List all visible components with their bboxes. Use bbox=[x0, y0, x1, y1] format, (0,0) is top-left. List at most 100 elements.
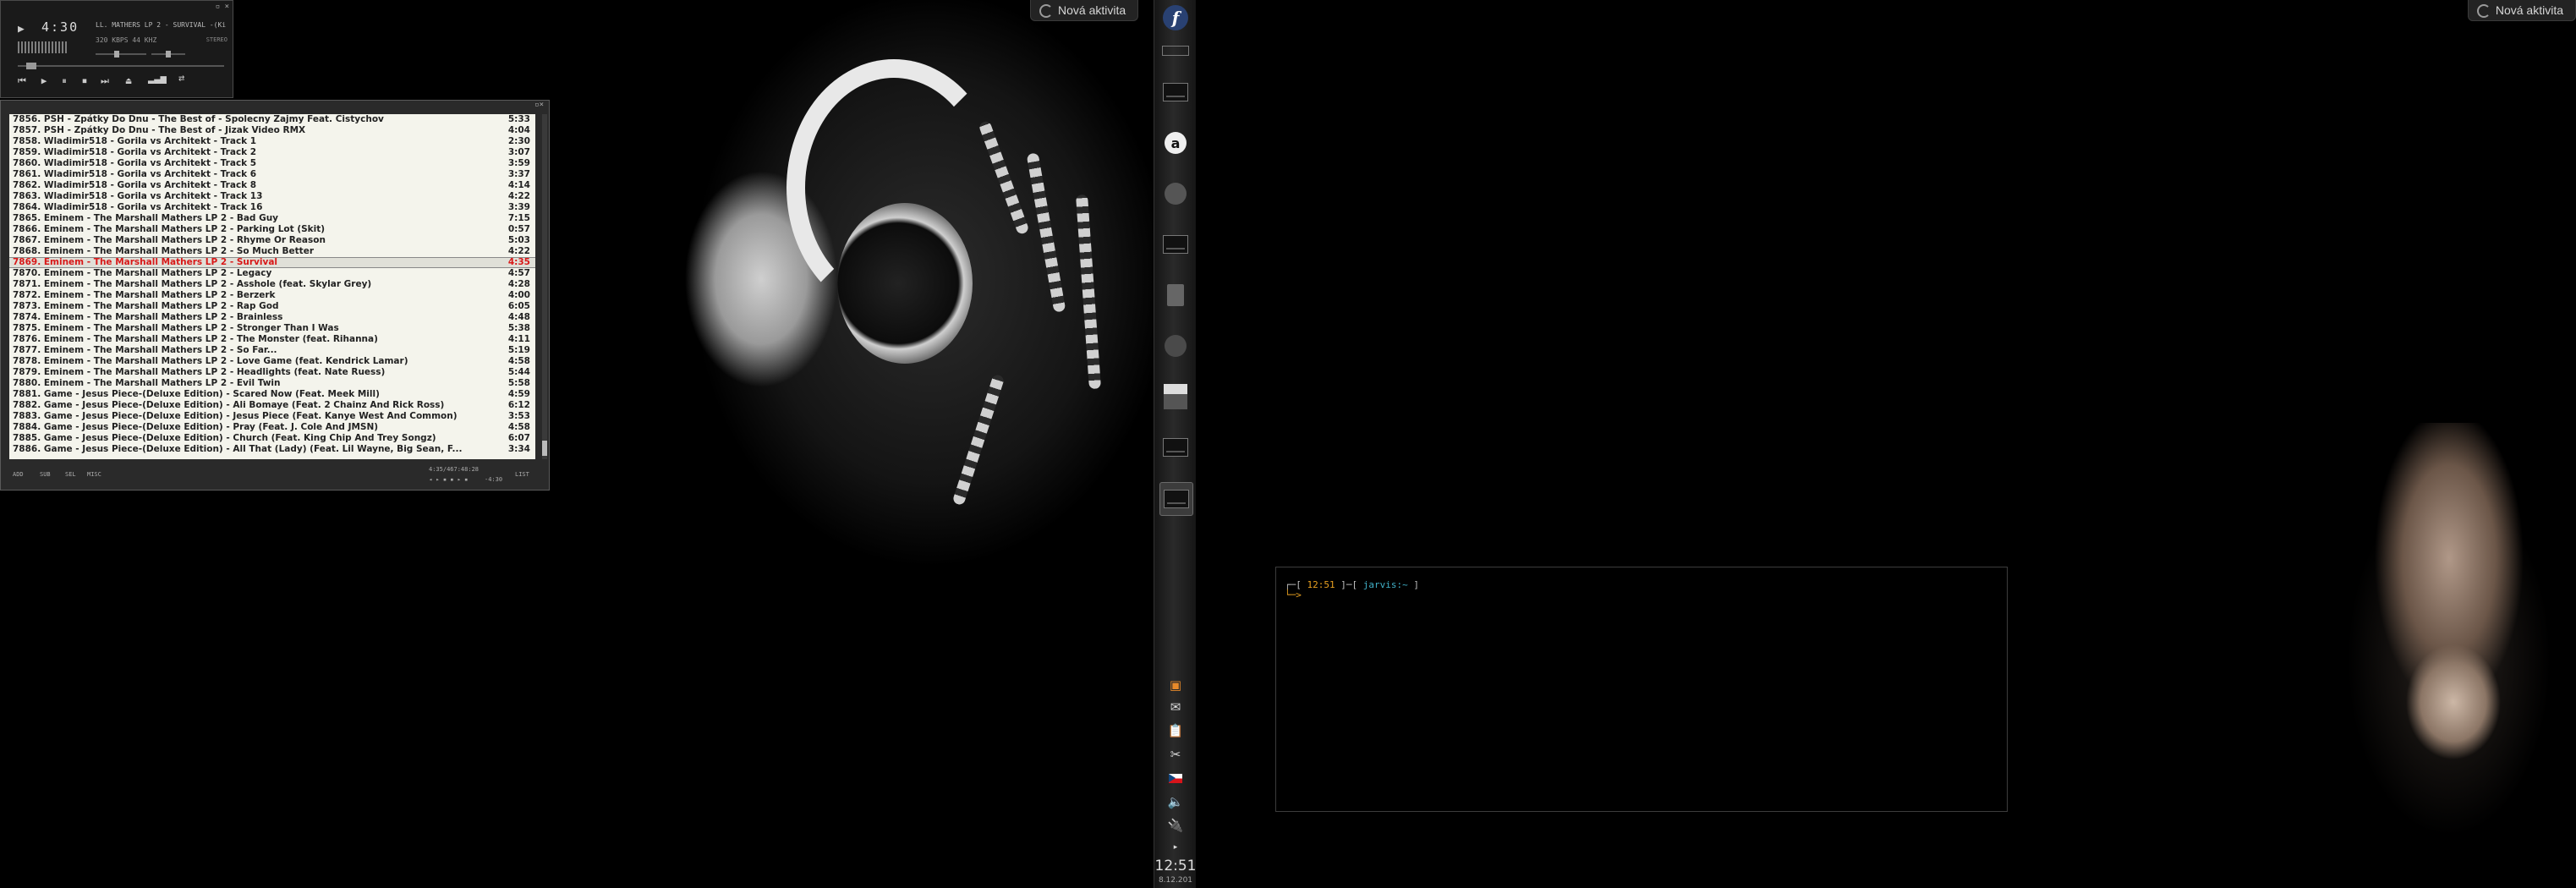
task-audacious[interactable]: a bbox=[1161, 129, 1190, 157]
app-icon bbox=[1165, 183, 1187, 205]
track-title: 7869. Eminem - The Marshall Mathers LP 2… bbox=[13, 258, 278, 267]
playlist-row[interactable]: 7881. Game - Jesus Piece-(Deluxe Edition… bbox=[9, 389, 535, 400]
playlist-row[interactable]: 7882. Game - Jesus Piece-(Deluxe Edition… bbox=[9, 400, 535, 411]
tray-volume-icon[interactable]: 🔈 bbox=[1166, 793, 1185, 810]
pause-button[interactable]: ⏸ bbox=[57, 75, 72, 87]
new-activity-button-left[interactable]: Nová aktivita bbox=[1030, 0, 1139, 21]
tray-updates-icon[interactable]: ▣ bbox=[1166, 677, 1185, 693]
task-contact[interactable] bbox=[1161, 382, 1190, 411]
playlist-row[interactable]: 7874. Eminem - The Marshall Mathers LP 2… bbox=[9, 312, 535, 323]
tray-expand-icon[interactable]: ▸ bbox=[1166, 839, 1185, 856]
playlist-row[interactable]: 7863. Wladimir518 - Gorila vs Architekt … bbox=[9, 191, 535, 202]
task-terminal-2[interactable] bbox=[1161, 230, 1190, 259]
player-song-title: LL. MATHERS LP 2 - SURVIVAL -(Ki bbox=[96, 21, 227, 29]
taskbar-clock[interactable]: 12:51 bbox=[1154, 858, 1197, 874]
playlist-row[interactable]: 7880. Eminem - The Marshall Mathers LP 2… bbox=[9, 378, 535, 389]
task-terminal-1[interactable] bbox=[1161, 78, 1190, 107]
track-title: 7857. PSH - Zpátky Do Dnu - The Best of … bbox=[13, 125, 306, 135]
equalizer-button[interactable]: ▂▃▅ bbox=[148, 72, 167, 84]
playlist-row[interactable]: 7864. Wladimir518 - Gorila vs Architekt … bbox=[9, 202, 535, 213]
playlist-row[interactable]: 7871. Eminem - The Marshall Mathers LP 2… bbox=[9, 279, 535, 290]
playlist-titlebar[interactable]: ▫× bbox=[1, 101, 549, 111]
audacious-icon: a bbox=[1165, 132, 1187, 154]
previous-button[interactable]: ⏮ bbox=[14, 75, 30, 87]
playlist-window[interactable]: ▫× 7856. PSH - Zpátky Do Dnu - The Best … bbox=[0, 100, 550, 491]
task-file[interactable] bbox=[1161, 281, 1190, 310]
play-button[interactable]: ▶ bbox=[36, 75, 52, 86]
fedora-icon: f bbox=[1163, 5, 1188, 30]
taskbar-date[interactable]: 8.12.201 bbox=[1154, 876, 1197, 885]
terminal-prompt-line2[interactable]: └─> bbox=[1285, 589, 1302, 600]
playlist-row[interactable]: 7875. Eminem - The Marshall Mathers LP 2… bbox=[9, 323, 535, 334]
playlist-row[interactable]: 7886. Game - Jesus Piece-(Deluxe Edition… bbox=[9, 444, 535, 455]
track-title: 7862. Wladimir518 - Gorila vs Architekt … bbox=[13, 180, 257, 190]
audio-player-window[interactable]: ▫ × ▶ 4:30 LL. MATHERS LP 2 - SURVIVAL -… bbox=[0, 0, 233, 98]
track-duration: 4:11 bbox=[507, 334, 530, 344]
chat-icon bbox=[1165, 335, 1187, 357]
pager[interactable] bbox=[1161, 41, 1190, 61]
sel-button[interactable]: SEL bbox=[65, 471, 76, 478]
eject-button[interactable]: ⏏ bbox=[121, 75, 136, 86]
task-chat[interactable] bbox=[1161, 332, 1190, 360]
playlist-row[interactable]: 7872. Eminem - The Marshall Mathers LP 2… bbox=[9, 290, 535, 301]
tray-scissors-icon[interactable]: ✂ bbox=[1166, 746, 1185, 763]
playlist-elapsed: -4:30 bbox=[485, 476, 503, 483]
playlist-row[interactable]: 7876. Eminem - The Marshall Mathers LP 2… bbox=[9, 334, 535, 345]
repeat-button[interactable]: ⇄ bbox=[178, 72, 184, 84]
next-button[interactable]: ⏭ bbox=[97, 75, 112, 87]
playlist-row[interactable]: 7857. PSH - Zpátky Do Dnu - The Best of … bbox=[9, 125, 535, 136]
playlist-row[interactable]: 7883. Game - Jesus Piece-(Deluxe Edition… bbox=[9, 411, 535, 422]
playlist-row[interactable]: 7865. Eminem - The Marshall Mathers LP 2… bbox=[9, 213, 535, 224]
player-window-buttons[interactable]: ▫ × bbox=[216, 3, 229, 11]
track-duration: 4:28 bbox=[507, 279, 530, 289]
track-duration: 5:38 bbox=[507, 323, 530, 333]
sub-button[interactable]: SUB bbox=[40, 471, 51, 478]
task-terminal-active[interactable] bbox=[1159, 482, 1193, 516]
seek-bar[interactable] bbox=[18, 63, 224, 69]
task-app-round[interactable] bbox=[1161, 179, 1190, 208]
track-title: 7866. Eminem - The Marshall Mathers LP 2… bbox=[13, 224, 326, 234]
playlist-row[interactable]: 7860. Wladimir518 - Gorila vs Architekt … bbox=[9, 158, 535, 169]
playlist-scrollbar[interactable] bbox=[542, 114, 547, 459]
flag-icon bbox=[1169, 773, 1182, 783]
add-button[interactable]: ADD bbox=[13, 471, 24, 478]
list-button[interactable]: LIST bbox=[515, 471, 529, 478]
playlist-row[interactable]: 7861. Wladimir518 - Gorila vs Architekt … bbox=[9, 169, 535, 180]
task-terminal-3[interactable] bbox=[1161, 433, 1190, 462]
playlist-row[interactable]: 7868. Eminem - The Marshall Mathers LP 2… bbox=[9, 246, 535, 257]
volume-slider[interactable] bbox=[96, 51, 146, 58]
playlist-row[interactable]: 7873. Eminem - The Marshall Mathers LP 2… bbox=[9, 301, 535, 312]
track-duration: 3:07 bbox=[507, 147, 530, 157]
track-title: 7874. Eminem - The Marshall Mathers LP 2… bbox=[13, 312, 283, 322]
misc-button[interactable]: MISC bbox=[87, 471, 101, 478]
stop-button[interactable]: ⏹ bbox=[77, 75, 92, 87]
track-duration: 4:59 bbox=[507, 389, 530, 399]
track-title: 7873. Eminem - The Marshall Mathers LP 2… bbox=[13, 301, 279, 311]
new-activity-button-right[interactable]: Nová aktivita bbox=[2467, 0, 2576, 21]
terminal-prompt: ┌─[ 12:51 ]─[ jarvis:~ ] bbox=[1285, 579, 1419, 590]
terminal-window[interactable]: ┌─[ 12:51 ]─[ jarvis:~ ] └─> bbox=[1275, 567, 2008, 812]
tray-clipboard-icon[interactable]: 📋 bbox=[1166, 722, 1185, 739]
playlist-list[interactable]: 7856. PSH - Zpátky Do Dnu - The Best of … bbox=[9, 114, 535, 459]
balance-slider[interactable] bbox=[151, 51, 185, 58]
playlist-row[interactable]: 7866. Eminem - The Marshall Mathers LP 2… bbox=[9, 224, 535, 235]
tray-notifications-icon[interactable]: ✉ bbox=[1166, 699, 1185, 715]
playlist-row[interactable]: 7859. Wladimir518 - Gorila vs Architekt … bbox=[9, 147, 535, 158]
playlist-row[interactable]: 7878. Eminem - The Marshall Mathers LP 2… bbox=[9, 356, 535, 367]
playlist-row[interactable]: 7858. Wladimir518 - Gorila vs Architekt … bbox=[9, 136, 535, 147]
playlist-row[interactable]: 7856. PSH - Zpátky Do Dnu - The Best of … bbox=[9, 114, 535, 125]
playlist-window-buttons[interactable]: ▫× bbox=[534, 101, 544, 109]
track-duration: 4:58 bbox=[507, 356, 530, 366]
playlist-row[interactable]: 7884. Game - Jesus Piece-(Deluxe Edition… bbox=[9, 422, 535, 433]
playlist-row[interactable]: 7870. Eminem - The Marshall Mathers LP 2… bbox=[9, 268, 535, 279]
tray-network-icon[interactable]: 🔌 bbox=[1166, 817, 1185, 834]
playlist-row[interactable]: 7867. Eminem - The Marshall Mathers LP 2… bbox=[9, 235, 535, 246]
playlist-row[interactable]: 7862. Wladimir518 - Gorila vs Architekt … bbox=[9, 180, 535, 191]
playlist-row[interactable]: 7877. Eminem - The Marshall Mathers LP 2… bbox=[9, 345, 535, 356]
playlist-row-current[interactable]: 7869. Eminem - The Marshall Mathers LP 2… bbox=[9, 257, 535, 268]
tray-keyboard-layout-icon[interactable] bbox=[1166, 770, 1185, 787]
playlist-row[interactable]: 7885. Game - Jesus Piece-(Deluxe Edition… bbox=[9, 433, 535, 444]
playlist-row[interactable]: 7879. Eminem - The Marshall Mathers LP 2… bbox=[9, 367, 535, 378]
mini-controls[interactable]: ◂ ▸ ▪ ▪ ▸ ▪ bbox=[429, 476, 468, 483]
fedora-menu-button[interactable]: f bbox=[1161, 3, 1190, 32]
